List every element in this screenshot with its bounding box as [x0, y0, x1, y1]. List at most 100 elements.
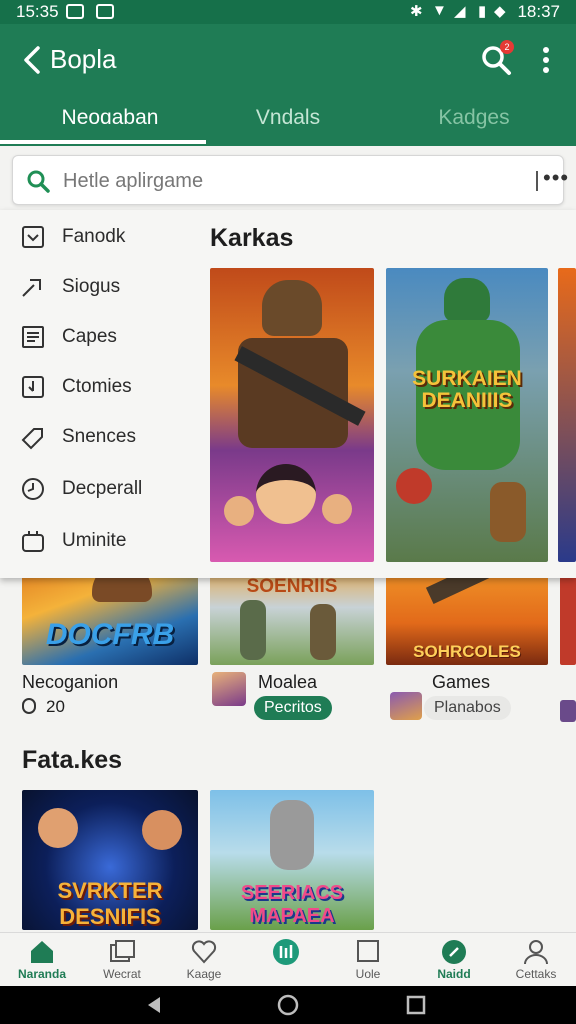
square-icon — [357, 940, 379, 962]
game-card-art: SEERIACS MAPAEA — [210, 790, 374, 930]
recents-square-icon[interactable] — [406, 995, 426, 1015]
content-area: DOCFRB SOENRIIS SOHRCOLES Necoganion 20 … — [0, 560, 576, 930]
menu-item-label: Fanodk — [62, 226, 126, 247]
hero-face — [142, 810, 182, 850]
gallery-icon — [110, 940, 135, 962]
card-title-text: DOCFRB — [45, 618, 175, 651]
system-nav-bar — [0, 986, 576, 1024]
search-bar[interactable]: Hetle aplirgame ••• — [12, 155, 568, 205]
kid-face — [224, 496, 254, 526]
game-title: Necoganion — [22, 672, 119, 692]
back-triangle-icon[interactable] — [144, 995, 164, 1015]
card-title-text: SEERIACS MAPAEA — [240, 882, 344, 927]
kid-face — [322, 494, 352, 524]
more-vert-icon[interactable] — [534, 44, 558, 76]
card-title-text: SURKAIEN DEANIIIS — [412, 367, 522, 412]
game-card[interactable]: SEERIACS MAPAEA — [210, 790, 374, 930]
card-title-text: SOHRCOLES — [413, 642, 521, 661]
battery-level-icon: ◆ — [494, 3, 506, 20]
menu-item-decperall[interactable]: Decperall — [20, 470, 200, 510]
flag-icon — [96, 4, 114, 19]
game-card-partial[interactable] — [558, 268, 576, 562]
nav-label: Naranda — [17, 967, 67, 981]
section-title: Fatа.kes — [22, 746, 123, 774]
menu-item-snences[interactable]: Snences — [20, 418, 200, 458]
game-card[interactable]: SVRKTER DESNIFIS — [22, 790, 198, 930]
search-divider — [536, 171, 538, 191]
tab-bar: Neoɑaban Vndals Kadges — [0, 96, 576, 146]
search-icon — [27, 170, 50, 193]
game-avatar — [390, 692, 422, 720]
nav-item-wecrat[interactable]: Wecrat — [82, 933, 162, 987]
bag-icon — [22, 531, 44, 552]
menu-item-capes[interactable]: Capes — [20, 318, 200, 358]
share-icon — [22, 279, 41, 297]
game-card-featured[interactable]: SURKAIEN DEANIIIS — [386, 268, 548, 562]
card-title-text: SVRKTER DESNIFIS — [57, 878, 163, 929]
genre-chip[interactable]: Planabos — [424, 696, 511, 720]
soldier-figure — [310, 604, 336, 660]
knight-figure — [270, 800, 314, 870]
game-avatar — [212, 672, 246, 706]
home-circle-icon[interactable] — [277, 994, 299, 1016]
nav-item-naidd[interactable]: Naidd — [414, 933, 494, 987]
game-title: Moalea — [258, 672, 318, 692]
nav-label: Cettaks — [515, 967, 557, 981]
green-warrior-art: SURKAIEN DEANIIIS — [386, 268, 548, 562]
rating-ring-icon — [22, 698, 36, 714]
nav-label: Naidd — [437, 967, 471, 981]
equalizer-icon — [273, 939, 299, 965]
nav-label: Kaage — [186, 967, 222, 981]
card-title-text: SOENRIIS — [246, 576, 338, 597]
game-card-art: SVRKTER DESNIFIS — [22, 790, 198, 930]
checkbox-icon — [22, 226, 44, 248]
person-icon — [524, 940, 548, 965]
soldier-helmet — [396, 468, 432, 504]
game-card-featured[interactable] — [210, 268, 374, 562]
heart-icon — [191, 940, 217, 964]
nav-item-naranda[interactable]: Naranda — [2, 933, 82, 987]
genre-chip[interactable]: Pecritos — [254, 696, 332, 720]
tab-vndals[interactable]: Vndals — [193, 106, 383, 130]
bluetooth-icon: ✱ — [410, 3, 423, 20]
nav-label: Wecrat — [103, 967, 141, 981]
menu-item-uminite[interactable]: Uminite — [20, 522, 200, 562]
game-meta: 20 — [46, 697, 65, 716]
soldier-helmet — [262, 280, 322, 336]
notification-badge: 2 — [500, 40, 514, 54]
menu-item-label: Uminite — [62, 530, 127, 551]
menu-item-siogus[interactable]: Siogus — [20, 268, 200, 308]
bottom-nav: Naranda Wecrat Kaage Uole Naidd Cettaks — [0, 932, 576, 986]
home-icon — [31, 941, 53, 963]
soldier-girl-art — [210, 268, 374, 562]
app-title: Bopla — [50, 44, 117, 74]
clock-icon — [22, 478, 44, 500]
tab-indicator — [0, 140, 206, 144]
nav-item-equalizer[interactable] — [246, 933, 326, 987]
soldier-figure — [490, 482, 526, 542]
back-arrow-icon[interactable] — [20, 42, 48, 78]
gallery-icon — [66, 4, 84, 19]
search-input[interactable]: Hetle aplirgame — [63, 170, 203, 193]
menu-item-label: Snences — [62, 426, 136, 447]
document-icon — [22, 326, 44, 348]
nav-label: Uole — [355, 967, 381, 981]
app-bar: Bopla 2 — [0, 24, 576, 96]
battery-icon: ▮ — [478, 3, 487, 20]
search-more-button[interactable]: ••• — [543, 165, 569, 191]
soldier-figure — [240, 600, 266, 660]
game-title: Games — [432, 672, 491, 692]
tab-neoaaban[interactable]: Neoɑaban — [15, 106, 205, 130]
nav-item-kaage[interactable]: Kaage — [164, 933, 244, 987]
download-icon — [22, 376, 44, 398]
tab-kadges[interactable]: Kadges — [379, 106, 569, 130]
menu-item-ctomies[interactable]: Ctomies — [20, 368, 200, 408]
menu-item-label: Siogus — [62, 276, 121, 297]
nav-item-cettaks[interactable]: Cettaks — [496, 933, 576, 987]
menu-item-label: Capes — [62, 326, 117, 347]
menu-item-label: Ctomies — [62, 376, 132, 397]
nav-item-uole[interactable]: Uole — [328, 933, 408, 987]
status-time: 15:35 — [16, 2, 59, 21]
menu-item-fanodk[interactable]: Fanodk — [20, 218, 200, 258]
girl-face — [256, 464, 316, 524]
